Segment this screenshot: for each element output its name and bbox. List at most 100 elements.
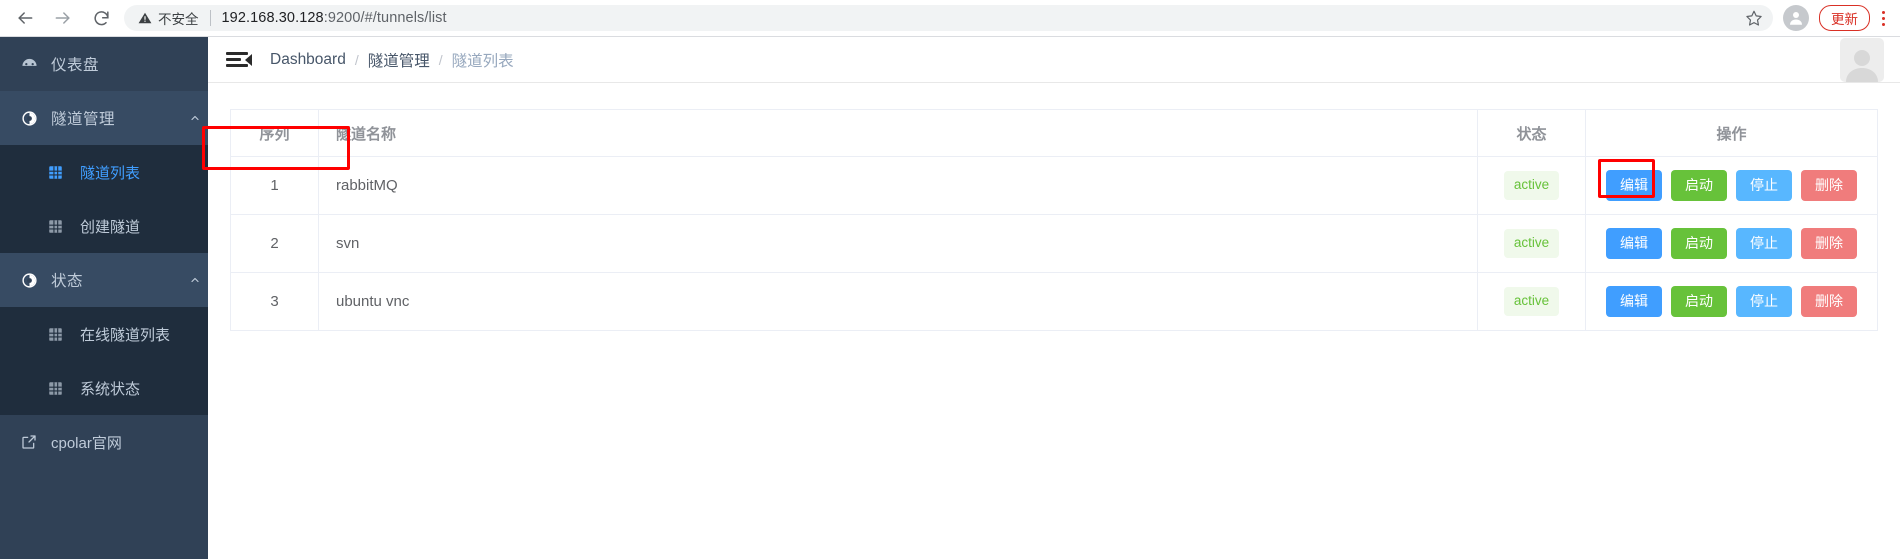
sidebar-submenu-status: 在线隧道列表 系统状态 (0, 307, 208, 415)
page-topbar: Dashboard / 隧道管理 / 隧道列表 (208, 37, 1900, 83)
cell-actions: 编辑启动停止删除 (1586, 273, 1878, 331)
grid-icon (48, 327, 80, 342)
column-header-seq: 序列 (231, 110, 319, 157)
avatar[interactable] (1840, 38, 1884, 82)
grid-icon (48, 165, 80, 180)
breadcrumb: Dashboard / 隧道管理 / 隧道列表 (270, 49, 514, 71)
chevron-up-icon (182, 112, 208, 124)
status-badge: active (1504, 229, 1559, 258)
sidebar-item-label: 在线隧道列表 (80, 324, 170, 345)
browser-menu-button[interactable] (1870, 11, 1896, 26)
table-row[interactable]: 2 svn active 编辑启动停止删除 (231, 215, 1878, 273)
reload-button[interactable] (84, 1, 118, 35)
cell-name: rabbitMQ (319, 157, 1478, 215)
table-header: 序列 隧道名称 状态 操作 (231, 110, 1878, 157)
forward-arrow-icon (53, 8, 73, 28)
table-row[interactable]: 1 rabbitMQ active 编辑启动停止删除 (231, 157, 1878, 215)
sidebar-item-label: 仪表盘 (51, 53, 208, 75)
cell-actions: 编辑启动停止删除 (1586, 157, 1878, 215)
edit-button[interactable]: 编辑 (1606, 228, 1662, 259)
chevron-up-icon (182, 274, 208, 286)
table-row[interactable]: 3 ubuntu vnc active 编辑启动停止删除 (231, 273, 1878, 331)
browser-toolbar: 不安全 192.168.30.128:9200/#/tunnels/list 更… (0, 0, 1900, 37)
cell-actions: 编辑启动停止删除 (1586, 215, 1878, 273)
sidebar-item-label: 系统状态 (80, 378, 140, 399)
edit-button[interactable]: 编辑 (1606, 170, 1662, 201)
cell-seq: 1 (231, 157, 319, 215)
delete-button[interactable]: 删除 (1801, 170, 1857, 201)
edit-button-wrapper: 编辑 (1606, 170, 1662, 201)
browser-nav-buttons (0, 1, 118, 35)
status-badge: active (1504, 171, 1559, 200)
external-link-icon (21, 434, 51, 450)
table-body: 1 rabbitMQ active 编辑启动停止删除 2 svn a (231, 157, 1878, 331)
column-header-name: 隧道名称 (319, 110, 1478, 157)
tunnels-table: 序列 隧道名称 状态 操作 1 rabbitMQ active (230, 109, 1878, 331)
update-label: 更新 (1831, 8, 1858, 28)
sidebar-item-create-tunnel[interactable]: 创建隧道 (0, 199, 208, 253)
collapse-sidebar-icon[interactable] (226, 47, 252, 73)
sidebar-item-label: cpolar官网 (51, 432, 122, 453)
cell-seq: 3 (231, 273, 319, 331)
reload-icon (92, 9, 111, 28)
sidebar-item-label: 创建隧道 (80, 216, 140, 237)
edit-button[interactable]: 编辑 (1606, 286, 1662, 317)
cell-status: active (1478, 215, 1586, 273)
grid-icon (48, 219, 80, 234)
sidebar: 仪表盘 隧道管理 隧道列表 (0, 37, 208, 559)
delete-button[interactable]: 删除 (1801, 228, 1857, 259)
kebab-dot (1882, 23, 1885, 26)
column-header-actions: 操作 (1586, 110, 1878, 157)
sidebar-group-status[interactable]: 状态 (0, 253, 208, 307)
update-button[interactable]: 更新 (1819, 5, 1870, 31)
user-avatar-icon (1842, 46, 1882, 82)
caret-left-icon (245, 54, 252, 66)
table-header-row: 序列 隧道名称 状态 操作 (231, 110, 1878, 157)
url-text: 192.168.30.128:9200/#/tunnels/list (222, 10, 447, 26)
main-area: Dashboard / 隧道管理 / 隧道列表 序列 隧道名称 状 (208, 37, 1900, 559)
sidebar-item-dashboard[interactable]: 仪表盘 (0, 37, 208, 91)
security-warning[interactable]: 不安全 (138, 8, 199, 28)
kebab-dot (1882, 17, 1885, 20)
bookmark-button[interactable] (1743, 7, 1765, 29)
address-bar[interactable]: 不安全 192.168.30.128:9200/#/tunnels/list (124, 5, 1773, 31)
start-button[interactable]: 启动 (1671, 228, 1727, 259)
breadcrumb-item-tunnel-management[interactable]: 隧道管理 (368, 49, 430, 71)
stop-button[interactable]: 停止 (1736, 286, 1792, 317)
url-host: 192.168.30.128 (222, 10, 324, 26)
stop-button[interactable]: 停止 (1736, 228, 1792, 259)
sidebar-item-label: 隧道列表 (80, 162, 140, 183)
start-button[interactable]: 启动 (1671, 286, 1727, 317)
status-badge: active (1504, 287, 1559, 316)
cell-seq: 2 (231, 215, 319, 273)
forward-button[interactable] (46, 1, 80, 35)
dashboard-icon (21, 56, 51, 73)
status-icon (21, 272, 51, 289)
cell-name: ubuntu vnc (319, 273, 1478, 331)
breadcrumb-separator: / (355, 52, 359, 68)
sidebar-item-tunnel-list[interactable]: 隧道列表 (0, 145, 208, 199)
url-path: :9200/#/tunnels/list (324, 10, 447, 26)
screenshot-root: 不安全 192.168.30.128:9200/#/tunnels/list 更… (0, 0, 1900, 559)
tunnel-icon (21, 110, 51, 127)
stop-button[interactable]: 停止 (1736, 170, 1792, 201)
start-button[interactable]: 启动 (1671, 170, 1727, 201)
sidebar-group-label: 状态 (51, 269, 182, 291)
grid-icon (48, 381, 80, 396)
browser-profile-button[interactable] (1783, 5, 1809, 31)
star-icon (1745, 9, 1763, 27)
sidebar-item-cpolar-website[interactable]: cpolar官网 (0, 415, 208, 469)
delete-button[interactable]: 删除 (1801, 286, 1857, 317)
cell-status: active (1478, 273, 1586, 331)
warning-triangle-icon (138, 11, 152, 25)
back-button[interactable] (8, 1, 42, 35)
sidebar-item-system-status[interactable]: 系统状态 (0, 361, 208, 415)
sidebar-group-tunnel-management[interactable]: 隧道管理 (0, 91, 208, 145)
sidebar-item-online-tunnel-list[interactable]: 在线隧道列表 (0, 307, 208, 361)
sidebar-group-label: 隧道管理 (51, 107, 182, 129)
kebab-dot (1882, 11, 1885, 14)
omnibox-divider (210, 10, 211, 26)
profile-avatar-icon (1787, 9, 1805, 27)
page-content: 序列 隧道名称 状态 操作 1 rabbitMQ active (208, 83, 1900, 331)
breadcrumb-item-dashboard[interactable]: Dashboard (270, 51, 346, 69)
